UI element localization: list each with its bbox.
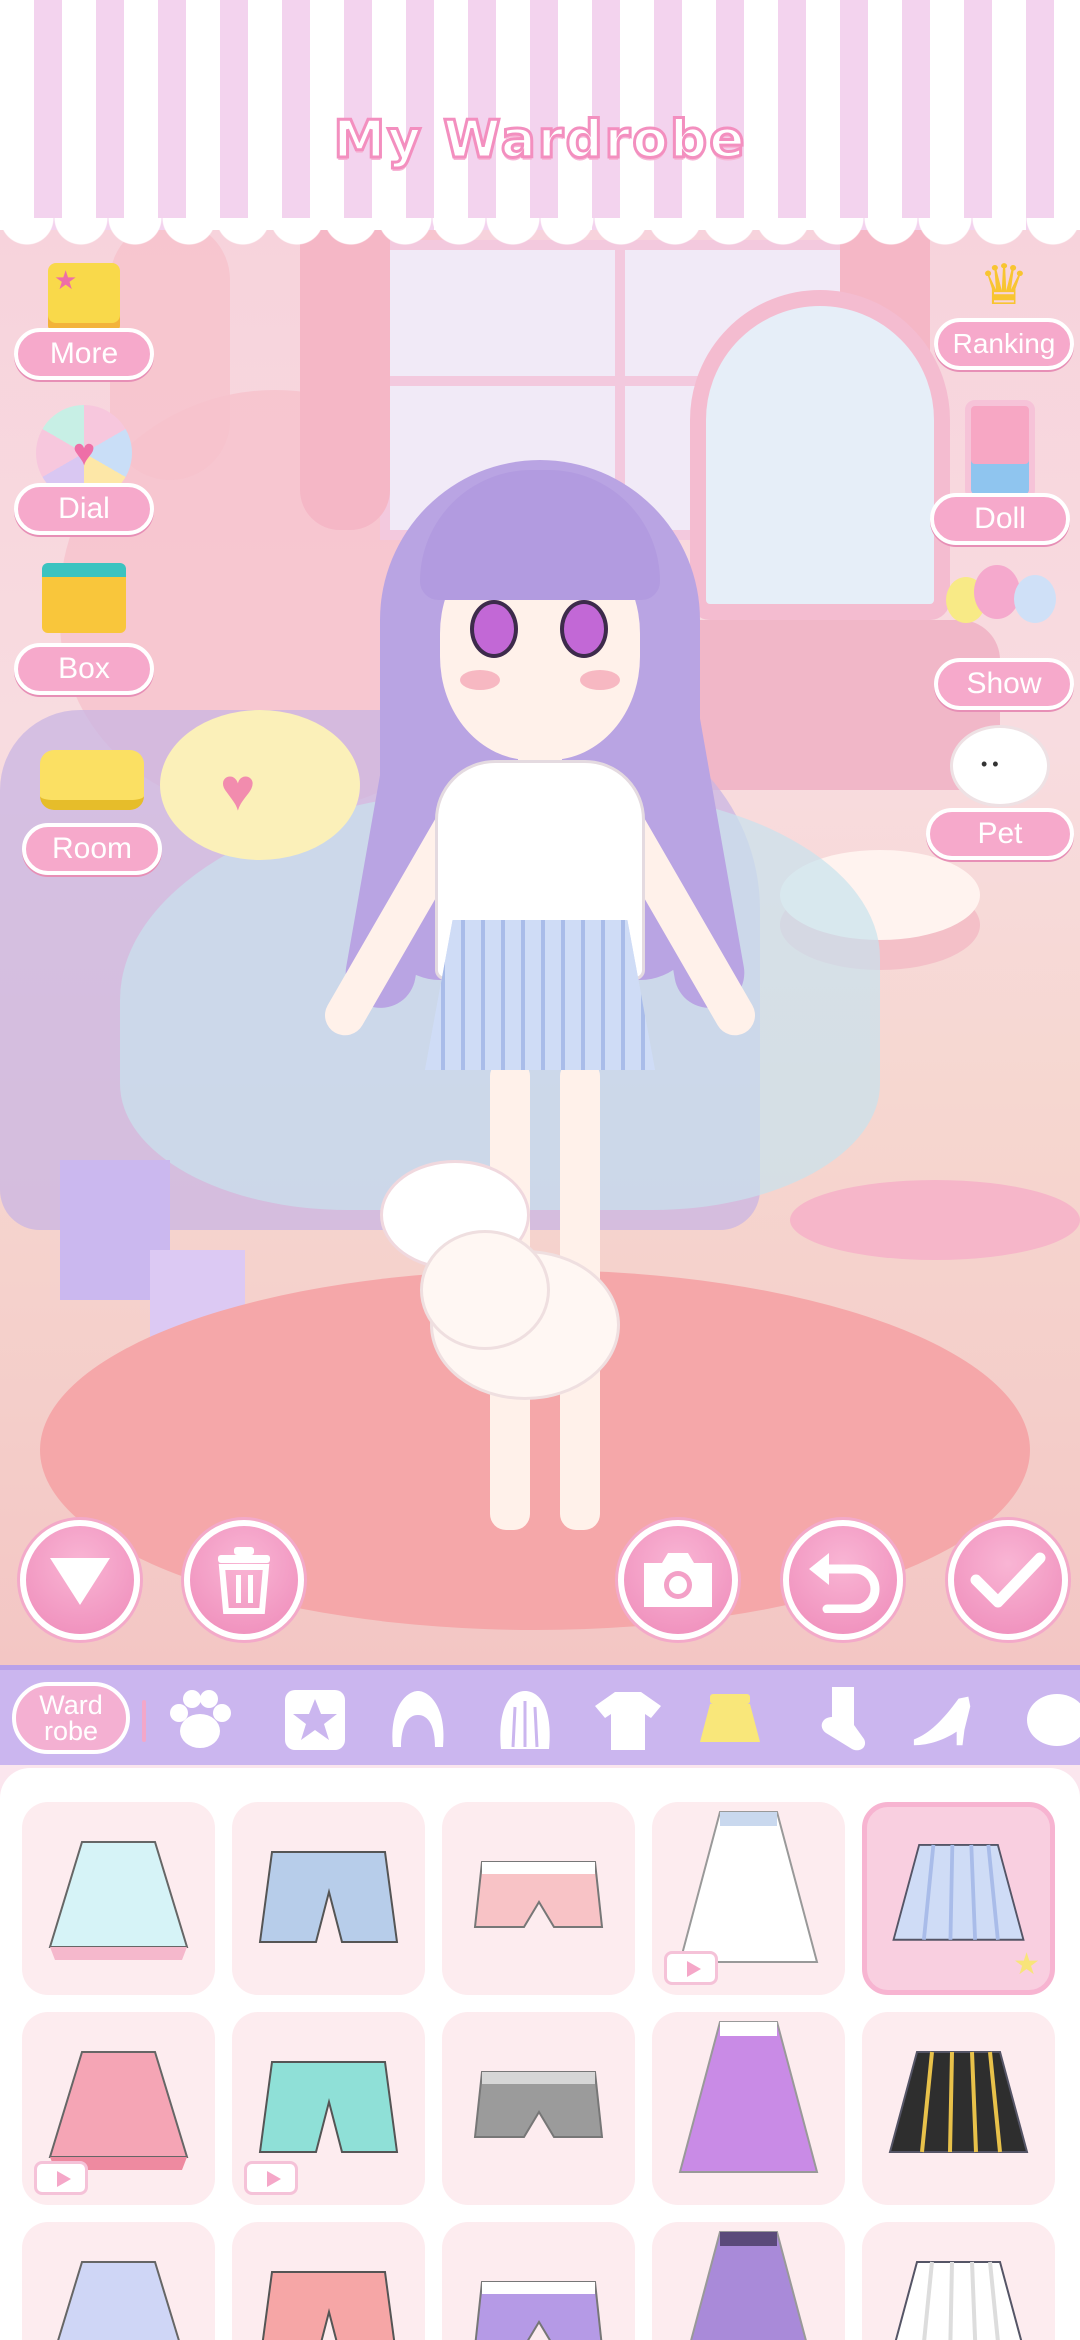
gift-box-icon [42, 563, 126, 633]
undo-button[interactable] [783, 1520, 903, 1640]
delete-button[interactable] [184, 1520, 304, 1640]
wardrobe-tab-line2: robe [43, 1716, 99, 1746]
item-thumbnail [894, 2261, 1023, 2340]
doll-label: Doll [930, 493, 1070, 545]
wardrobe-item-white-sheer-skirt[interactable] [652, 1802, 845, 1995]
ranking-label: Ranking [934, 318, 1074, 370]
dress-up-character[interactable] [0, 230, 1080, 1670]
menu-list-icon [48, 263, 120, 333]
collapse-button[interactable] [20, 1520, 140, 1640]
sock-icon [821, 1687, 866, 1751]
hair-front-icon [392, 1691, 444, 1747]
bubble-icon [1027, 1694, 1080, 1746]
category-skirts[interactable] [695, 1685, 765, 1755]
box-button[interactable]: Box [14, 555, 154, 695]
item-thumbnail [48, 1841, 189, 1960]
wardrobe-item-coral-layer-skirt[interactable] [232, 2222, 425, 2340]
room-button[interactable]: Room [22, 720, 162, 875]
category-shoes[interactable] [910, 1685, 980, 1755]
wardrobe-item-white-long-skirt[interactable] [862, 2222, 1055, 2340]
category-tops[interactable] [593, 1685, 663, 1755]
show-button[interactable]: Show [934, 565, 1074, 710]
character-blush [580, 670, 620, 690]
item-thumbnail [678, 2021, 819, 2173]
checkmark-icon [970, 1552, 1046, 1608]
pet-dog-head[interactable] [420, 1230, 550, 1350]
wardrobe-item-pink-shorts[interactable] [442, 1802, 635, 1995]
page-title: My Wardrobe [332, 109, 747, 172]
category-socks[interactable] [805, 1685, 875, 1755]
video-ad-icon [664, 1951, 718, 1985]
dial-button[interactable]: Dial [14, 405, 154, 535]
puppy-icon [950, 725, 1050, 807]
balloons-icon [944, 565, 1064, 645]
character-skirt [425, 920, 655, 1070]
item-thumbnail [474, 2281, 603, 2340]
lace-trim [0, 218, 1080, 264]
box-label: Box [14, 643, 154, 695]
wardrobe-item-blue-bow-skirt[interactable] [22, 2222, 215, 2340]
star-icon [285, 1690, 345, 1750]
item-thumbnail [258, 1851, 399, 1943]
wardrobe-item-lace-skirt-mint[interactable] [22, 1802, 215, 1995]
wardrobe-item-black-mermaid-skirt[interactable] [862, 2012, 1055, 2205]
show-label: Show [934, 658, 1074, 710]
item-thumbnail [473, 2071, 604, 2138]
hair-back-icon [500, 1691, 550, 1749]
wardrobe-item-mint-open-skirt[interactable] [232, 2012, 425, 2205]
paw-icon [170, 1690, 231, 1748]
triangle-down-icon [50, 1558, 110, 1605]
more-label: More [14, 328, 154, 380]
wardrobe-item-grey-shorts[interactable] [442, 2012, 635, 2205]
ranking-button[interactable]: ♛ Ranking [934, 255, 1074, 370]
item-thumbnail [690, 2231, 807, 2340]
video-ad-icon [34, 2161, 88, 2195]
divider [142, 1700, 146, 1742]
skirt-icon [700, 1694, 760, 1742]
room-label: Room [22, 823, 162, 875]
category-paw[interactable] [165, 1685, 235, 1755]
room-furniture-icon [40, 750, 144, 810]
selected-star-icon: ★ [1013, 1948, 1040, 1981]
undo-icon [809, 1553, 880, 1613]
wardrobe-item-galaxy-skirt[interactable] [442, 2222, 635, 2340]
item-thumbnail [57, 2261, 180, 2340]
wardrobe-tab-line1: Ward [39, 1690, 103, 1720]
doll-button[interactable]: Doll [930, 400, 1070, 545]
category-hair-front[interactable] [383, 1685, 453, 1755]
category-more[interactable] [1018, 1685, 1080, 1755]
item-thumbnail [473, 1861, 604, 1928]
camera-icon [644, 1553, 712, 1607]
item-thumbnail [888, 2051, 1029, 2153]
character-blush [460, 670, 500, 690]
character-eye [470, 600, 518, 658]
wardrobe-tab[interactable]: Ward robe [12, 1682, 130, 1754]
pet-label: Pet [926, 808, 1074, 860]
confirm-button[interactable] [948, 1520, 1068, 1640]
wardrobe-item-pink-pleated-skirt[interactable] [22, 2012, 215, 2205]
wardrobe-item-denim-shorts[interactable] [232, 1802, 425, 1995]
category-bar: Ward robe [0, 1665, 1080, 1765]
wardrobe-item-purple-dot-skirt[interactable] [652, 2012, 845, 2205]
tshirt-icon [595, 1692, 661, 1750]
category-favorites[interactable] [280, 1685, 350, 1755]
camera-button[interactable] [618, 1520, 738, 1640]
trash-icon [218, 1547, 270, 1614]
pet-button[interactable]: Pet [926, 725, 1074, 860]
crown-icon: ♛ [978, 253, 1030, 316]
heel-shoe-icon [913, 1696, 971, 1746]
item-grid-panel: ★ [0, 1768, 1080, 2340]
more-button[interactable]: More [14, 255, 154, 380]
wardrobe-item-cat-purple-skirt[interactable] [652, 2222, 845, 2340]
category-hair-back[interactable] [490, 1685, 560, 1755]
claw-machine-icon [965, 400, 1035, 500]
dial-label: Dial [14, 483, 154, 535]
video-ad-icon [244, 2161, 298, 2195]
character-eye [560, 600, 608, 658]
wardrobe-item-plaid-blue-skirt[interactable]: ★ [862, 1802, 1055, 1995]
item-thumbnail [261, 2271, 396, 2340]
dressing-room-scene: ♥ [0, 230, 1080, 1670]
